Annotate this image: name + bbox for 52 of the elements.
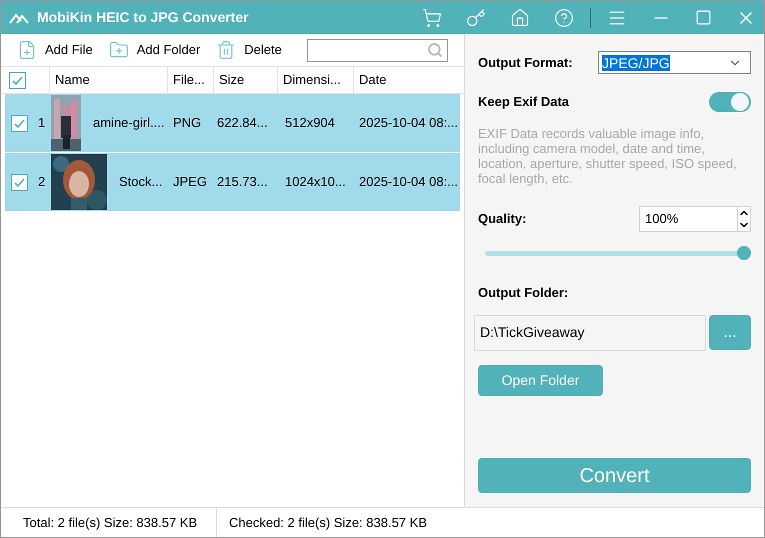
- field-label: Output Folder:: [478, 284, 570, 302]
- field-label: Quality:: [478, 210, 526, 228]
- table-cell-text: 2025-10-04 08:...: [358, 173, 459, 192]
- table-row[interactable]: 2 Stock... JPEG 215.73... 1024x10... 2025-10-04 08:...: [5, 153, 460, 212]
- exif-description: EXIF Data records valuable image info, including camera model, date and time, location, aperture, shutter speed, ISO speed, focal length, etc.: [478, 126, 738, 186]
- status-text: Checked: 2 file(s) Size: 838.57 KB: [228, 514, 427, 532]
- search-field[interactable]: [307, 38, 448, 62]
- slider-thumb[interactable]: [737, 246, 751, 260]
- table-cell-text: Stock...: [119, 173, 162, 192]
- check-icon: [13, 176, 26, 188]
- table-cell-text: 2025-10-04 08:...: [358, 114, 459, 132]
- column-header[interactable]: File...: [167, 67, 213, 93]
- key-icon[interactable]: [466, 8, 486, 28]
- checkbox[interactable]: [9, 72, 26, 88]
- table-cell-text: 215.73...: [216, 173, 269, 192]
- toolbar-button[interactable]: Add File: [17, 40, 93, 60]
- table-cell-text: JPEG: [172, 173, 208, 192]
- checkbox[interactable]: [11, 114, 28, 132]
- toolbar-button[interactable]: Add Folder: [108, 40, 200, 60]
- format-dropdown[interactable]: JPEG/JPG: [598, 51, 751, 74]
- row-number: 2: [38, 173, 46, 192]
- maximize-icon[interactable]: [695, 9, 712, 26]
- add-file-icon: [17, 40, 37, 60]
- table-cell-text: amine-girl....: [93, 114, 165, 132]
- search-icon: [427, 42, 443, 58]
- field-label: Output Format:: [478, 54, 574, 72]
- folder-path-field[interactable]: D:\TickGiveaway: [474, 314, 706, 350]
- check-icon: [13, 116, 26, 130]
- table-cell-text: 1024x10...: [284, 173, 347, 192]
- quality-spinbox[interactable]: 100%: [639, 206, 751, 232]
- add-folder-icon: [108, 40, 129, 60]
- column-header[interactable]: Name: [49, 67, 167, 93]
- cart-icon[interactable]: [422, 8, 442, 28]
- checkbox[interactable]: [11, 174, 28, 190]
- toolbar-button[interactable]: Delete: [216, 40, 282, 60]
- logo-icon: [9, 10, 29, 24]
- field-label: Keep Exif Data: [478, 93, 570, 112]
- table-cell-text: 512x904: [284, 114, 336, 132]
- home-icon[interactable]: [510, 8, 530, 28]
- status-text: Total: 2 file(s) Size: 838.57 KB: [1, 508, 217, 537]
- row-number: 1: [38, 114, 46, 132]
- trash-icon: [216, 40, 236, 60]
- column-header[interactable]: Date: [353, 67, 463, 93]
- check-icon: [11, 74, 24, 86]
- column-header[interactable]: Dimensi...: [277, 67, 353, 93]
- window-title: MobiKin HEIC to JPG Converter: [37, 8, 249, 27]
- table-cell-text: 622.84...: [216, 114, 269, 132]
- toggle-switch[interactable]: [709, 92, 751, 112]
- help-icon[interactable]: [554, 8, 574, 28]
- table-cell-text: PNG: [172, 114, 202, 132]
- table-row[interactable]: 1 amine-girl.... PNG 622.84... 512x904 2025-10-04 08:...: [5, 94, 460, 153]
- column-header[interactable]: Size: [213, 67, 277, 93]
